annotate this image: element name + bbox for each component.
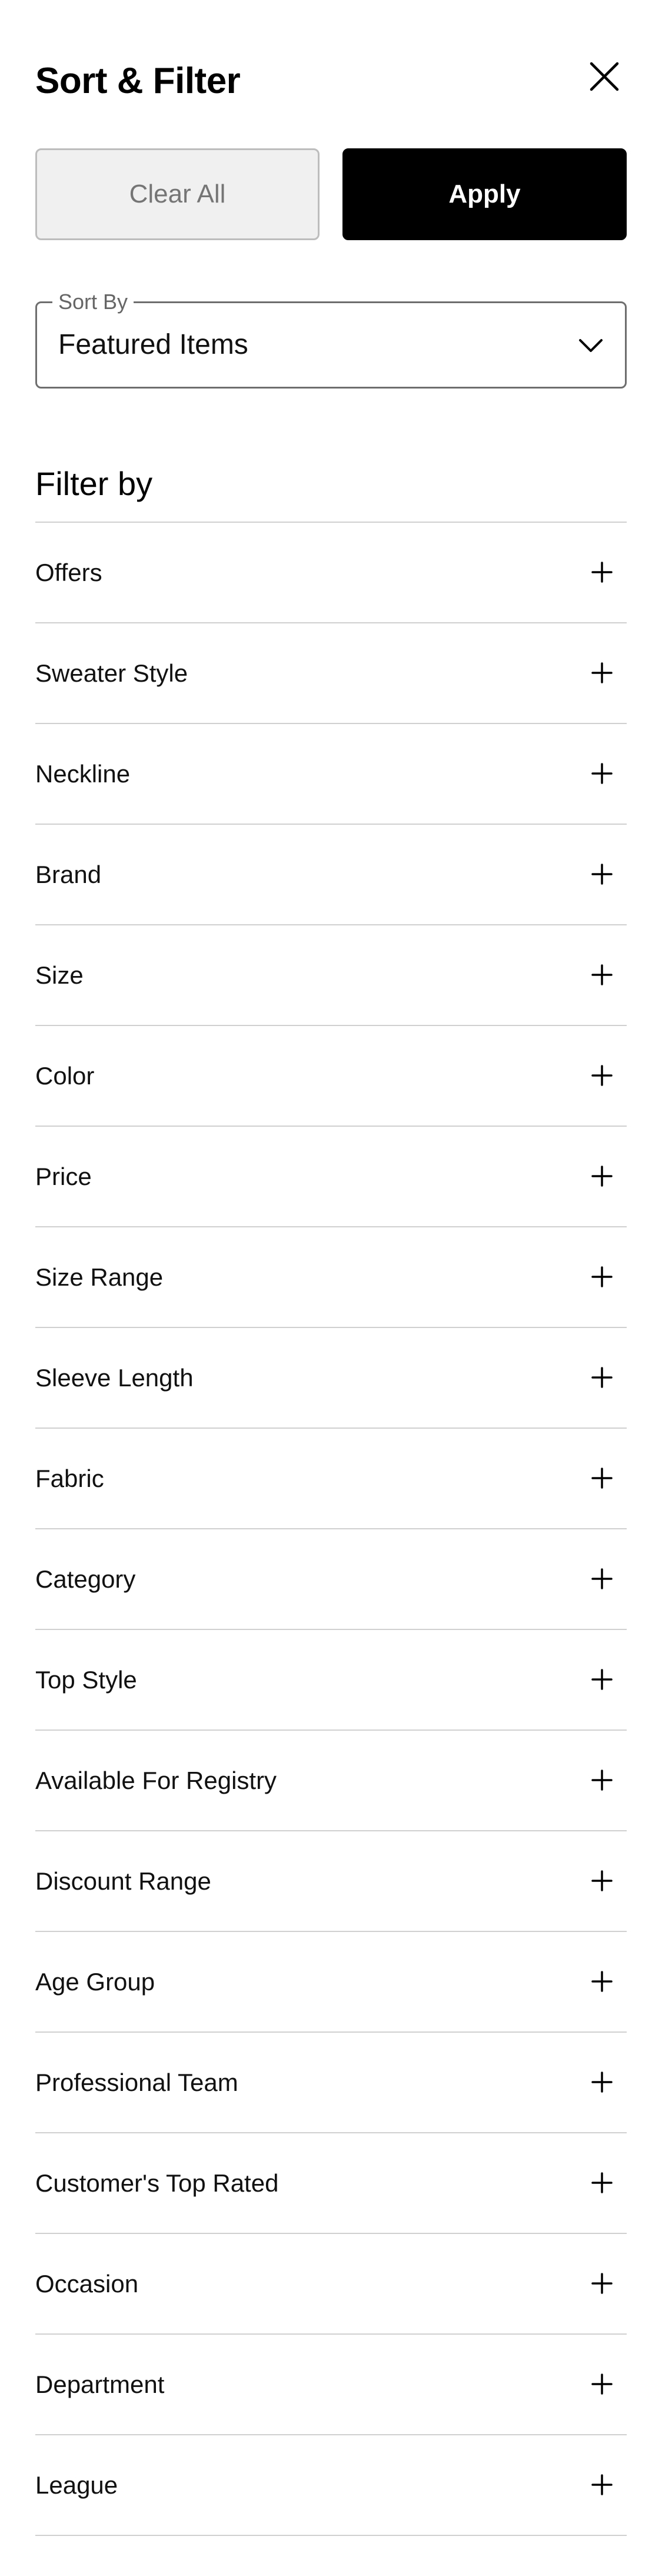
plus-icon bbox=[589, 1566, 615, 1592]
filter-item-label: Neckline bbox=[35, 760, 131, 788]
filter-item-label: Brand bbox=[35, 861, 102, 888]
filter-item-label: Color bbox=[35, 1062, 95, 1090]
plus-icon bbox=[589, 1465, 615, 1491]
filter-item-professional-team[interactable]: Professional Team bbox=[35, 2033, 627, 2133]
action-bar: Clear All Apply bbox=[35, 148, 627, 240]
filter-item-occasion[interactable]: Occasion bbox=[35, 2234, 627, 2335]
clear-all-button[interactable]: Clear All bbox=[35, 148, 320, 240]
filter-item-size[interactable]: Size bbox=[35, 925, 627, 1026]
filter-item-neckline[interactable]: Neckline bbox=[35, 724, 627, 825]
plus-icon bbox=[589, 861, 615, 887]
filter-by-heading: Filter by bbox=[35, 465, 153, 502]
filter-item-label: Sleeve Length bbox=[35, 1364, 194, 1392]
plus-icon bbox=[589, 1667, 615, 1692]
plus-icon bbox=[589, 2472, 615, 2498]
close-button[interactable] bbox=[588, 60, 621, 93]
filter-item-label: Customer's Top Rated bbox=[35, 2169, 279, 2197]
filter-item-label: Category bbox=[35, 1565, 136, 1593]
filter-item-league[interactable]: League bbox=[35, 2435, 627, 2536]
plus-icon bbox=[589, 559, 615, 585]
plus-icon bbox=[589, 1868, 615, 1894]
header: Sort & Filter bbox=[35, 53, 627, 101]
filter-item-label: Occasion bbox=[35, 2270, 139, 2298]
plus-icon bbox=[589, 1063, 615, 1088]
filter-item-label: Price bbox=[35, 1163, 92, 1190]
filter-item-label: Professional Team bbox=[35, 2069, 238, 2096]
filter-item-label: Fabric bbox=[35, 1465, 104, 1492]
plus-icon bbox=[589, 1163, 615, 1189]
filter-item-sweater-style[interactable]: Sweater Style bbox=[35, 623, 627, 724]
filter-item-price[interactable]: Price bbox=[35, 1127, 627, 1227]
filter-item-sleeve-length[interactable]: Sleeve Length bbox=[35, 1328, 627, 1429]
filter-item-brand[interactable]: Brand bbox=[35, 825, 627, 925]
plus-icon bbox=[589, 2069, 615, 2095]
filter-item-label: Department bbox=[35, 2371, 165, 2398]
filter-item-offers[interactable]: Offers bbox=[35, 523, 627, 623]
filter-item-label: Offers bbox=[35, 559, 102, 586]
plus-icon bbox=[589, 962, 615, 988]
filter-item-label: Sweater Style bbox=[35, 659, 188, 687]
page-title: Sort & Filter bbox=[35, 61, 241, 101]
plus-icon bbox=[589, 2371, 615, 2397]
sort-by-value: Featured Items bbox=[58, 329, 248, 360]
filter-item-label: Size bbox=[35, 961, 84, 989]
filter-item-label: Size Range bbox=[35, 1263, 164, 1291]
chevron-down-icon bbox=[578, 333, 604, 358]
plus-icon bbox=[589, 1968, 615, 1994]
filter-item-fabric[interactable]: Fabric bbox=[35, 1429, 627, 1529]
filter-item-label: League bbox=[35, 2471, 118, 2499]
apply-button[interactable]: Apply bbox=[342, 148, 627, 240]
filter-item-color[interactable]: Color bbox=[35, 1026, 627, 1127]
filter-item-label: Top Style bbox=[35, 1666, 137, 1694]
plus-icon bbox=[589, 1264, 615, 1290]
filter-item-discount-range[interactable]: Discount Range bbox=[35, 1831, 627, 1932]
plus-icon bbox=[589, 2270, 615, 2296]
filter-item-age-group[interactable]: Age Group bbox=[35, 1932, 627, 2033]
sort-by-select[interactable]: Sort By Featured Items bbox=[35, 289, 627, 389]
filter-item-available-for-registry[interactable]: Available For Registry bbox=[35, 1731, 627, 1831]
filter-item-size-range[interactable]: Size Range bbox=[35, 1227, 627, 1328]
filter-item-label: Discount Range bbox=[35, 1867, 211, 1895]
filter-item-customer-s-top-rated[interactable]: Customer's Top Rated bbox=[35, 2133, 627, 2234]
plus-icon bbox=[589, 1365, 615, 1390]
filter-item-department[interactable]: Department bbox=[35, 2335, 627, 2435]
plus-icon bbox=[589, 761, 615, 786]
filter-item-top-style[interactable]: Top Style bbox=[35, 1630, 627, 1731]
plus-icon bbox=[589, 2170, 615, 2196]
filter-item-label: Available For Registry bbox=[35, 1767, 277, 1794]
filter-list: Offers Sweater Style Neckline Brand Size… bbox=[35, 522, 627, 2536]
plus-icon bbox=[589, 1767, 615, 1793]
close-icon bbox=[588, 60, 621, 93]
plus-icon bbox=[589, 660, 615, 686]
filter-item-category[interactable]: Category bbox=[35, 1529, 627, 1630]
filter-item-label: Age Group bbox=[35, 1968, 155, 1996]
